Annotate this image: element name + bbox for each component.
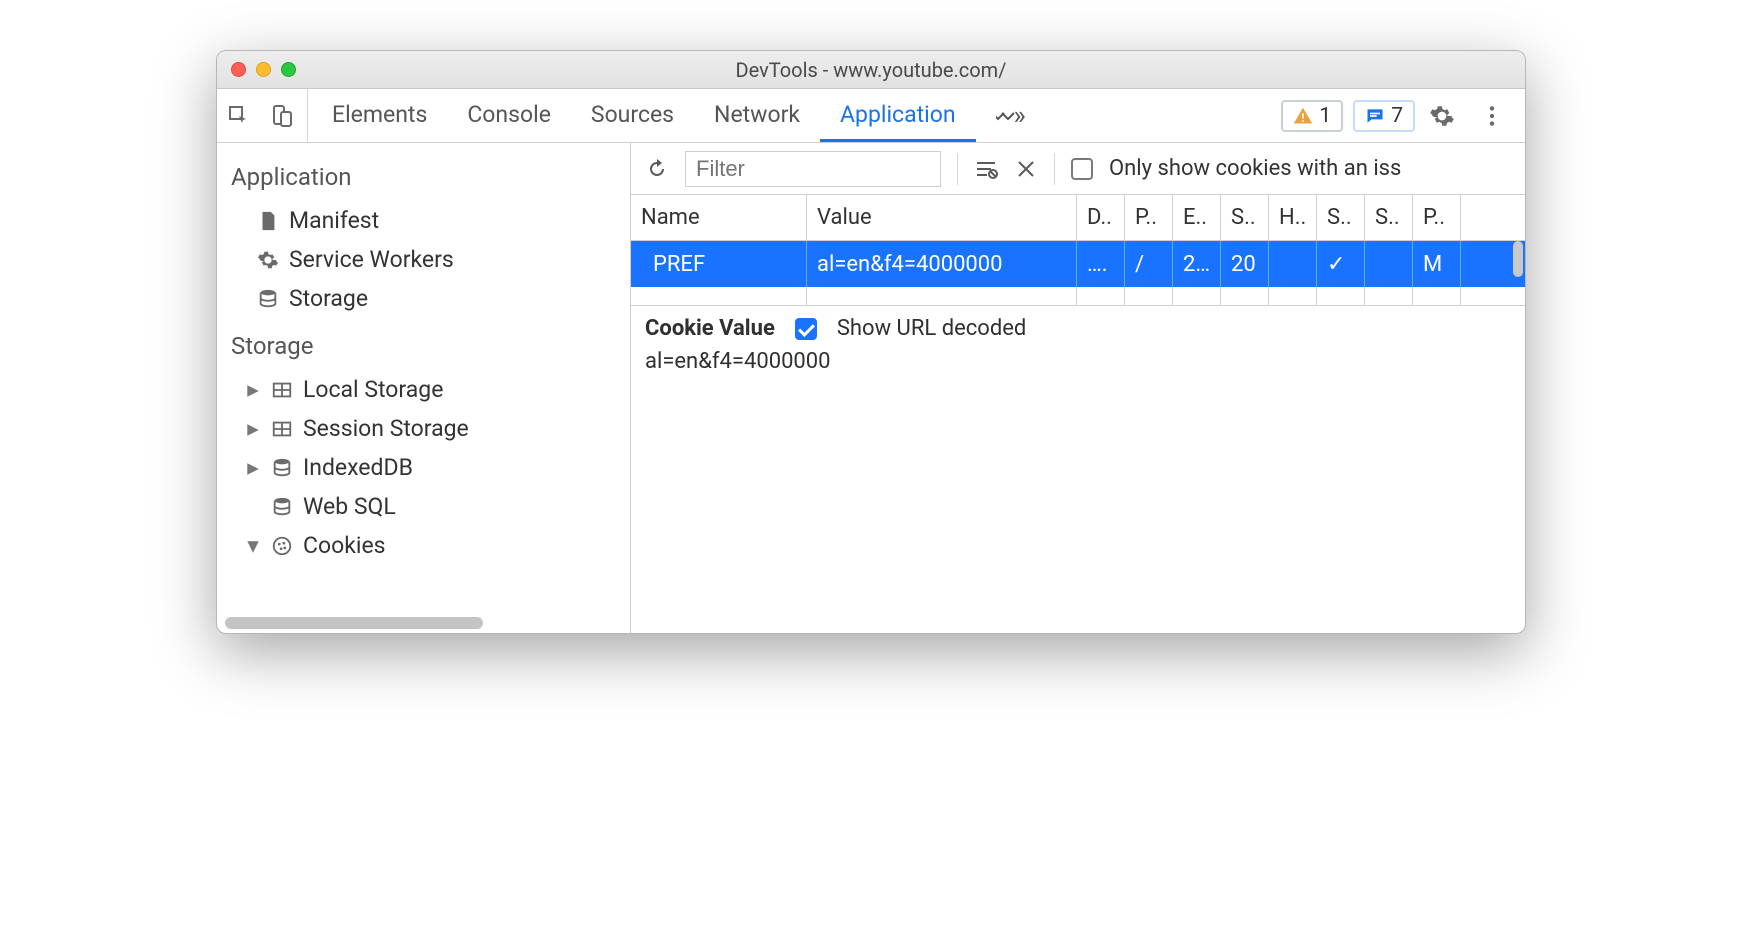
clear-filtered-icon[interactable] [974, 157, 998, 181]
decode-checkbox[interactable] [795, 318, 817, 340]
cookies-table-header: Name Value D.. P.. E.. S.. H.. S.. S.. P… [631, 195, 1525, 241]
sidebar-item-local-storage[interactable]: ▸ Local Storage [217, 370, 630, 409]
decoded-value: al=en&f4=4000000 [645, 349, 1511, 374]
sidebar-item-manifest[interactable]: Manifest [217, 201, 630, 240]
settings-icon[interactable] [1429, 103, 1455, 129]
only-issue-label: Only show cookies with an iss [1109, 156, 1401, 181]
titlebar: DevTools - www.youtube.com/ [217, 51, 1525, 89]
messages-count: 7 [1391, 104, 1403, 128]
messages-badge[interactable]: 7 [1353, 100, 1415, 132]
cookies-table-body: PREF al=en&f4=4000000 …. / 2… 20 ✓ M [631, 241, 1525, 305]
window-controls [217, 62, 296, 77]
refresh-icon[interactable] [645, 157, 669, 181]
sidebar-item-label: Service Workers [289, 246, 454, 273]
cookies-toolbar: Only show cookies with an iss [631, 143, 1525, 195]
sidebar-item-label: Session Storage [303, 415, 469, 442]
devtools-window: DevTools - www.youtube.com/ Elements Con… [216, 50, 1526, 634]
col-domain[interactable]: D.. [1077, 195, 1125, 240]
sidebar-item-websql[interactable]: Web SQL [217, 487, 630, 526]
cell-domain: …. [1077, 241, 1125, 287]
warnings-badge[interactable]: 1 [1281, 100, 1343, 132]
col-priority[interactable]: P.. [1413, 195, 1461, 240]
sidebar-item-indexeddb[interactable]: ▸ IndexedDB [217, 448, 630, 487]
col-name[interactable]: Name [631, 195, 807, 240]
col-secure[interactable]: S.. [1317, 195, 1365, 240]
device-toggle-icon[interactable] [269, 104, 293, 128]
more-tabs-button[interactable]: » [980, 101, 1042, 131]
clear-icon[interactable] [1014, 157, 1038, 181]
file-icon [257, 210, 279, 232]
tab-application[interactable]: Application [820, 89, 976, 142]
tab-console[interactable]: Console [447, 89, 571, 142]
cell-priority: M [1413, 241, 1461, 287]
application-sidebar: Application Manifest Service Workers Sto… [217, 143, 631, 633]
col-expires[interactable]: E.. [1173, 195, 1221, 240]
sidebar-item-cookies[interactable]: ▾ Cookies [217, 526, 630, 565]
db-icon [271, 457, 293, 479]
tab-network[interactable]: Network [694, 89, 820, 142]
sidebar-item-service-workers[interactable]: Service Workers [217, 240, 630, 279]
cell-expires: 2… [1173, 241, 1221, 287]
sidebar-item-label: Web SQL [303, 493, 396, 520]
sidebar-item-label: Cookies [303, 532, 386, 559]
sidebar-item-label: Local Storage [303, 376, 443, 403]
sidebar-item-label: Storage [289, 285, 368, 312]
cookie-icon [271, 535, 293, 557]
col-size[interactable]: S.. [1221, 195, 1269, 240]
table-scrollbar[interactable] [1513, 241, 1523, 277]
tab-sources[interactable]: Sources [571, 89, 694, 142]
caret-icon: ▾ [245, 532, 261, 559]
sidebar-item-storage[interactable]: Storage [217, 279, 630, 318]
window-title: DevTools - www.youtube.com/ [217, 58, 1525, 82]
cell-value: al=en&f4=4000000 [807, 241, 1077, 287]
db-icon [271, 496, 293, 518]
decode-label: Show URL decoded [837, 316, 1026, 341]
sidebar-item-label: Manifest [289, 207, 379, 234]
cookies-panel: Only show cookies with an iss Name Value… [631, 143, 1525, 633]
table-row[interactable]: PREF al=en&f4=4000000 …. / 2… 20 ✓ M [631, 241, 1525, 287]
cell-samesite [1365, 241, 1413, 287]
col-path[interactable]: P.. [1125, 195, 1173, 240]
cookie-detail: Cookie Value Show URL decoded al=en&f4=4… [631, 305, 1525, 384]
cell-httponly [1269, 241, 1317, 287]
minimize-window-button[interactable] [256, 62, 271, 77]
divider [1054, 153, 1055, 185]
cell-name: PREF [631, 241, 807, 287]
cell-secure: ✓ [1317, 241, 1365, 287]
grid-icon [271, 379, 293, 401]
gear-icon [257, 249, 279, 271]
sidebar-section-application: Application [217, 149, 630, 201]
more-menu-icon[interactable] [1479, 103, 1505, 129]
close-window-button[interactable] [231, 62, 246, 77]
col-value[interactable]: Value [807, 195, 1077, 240]
caret-icon: ▸ [245, 376, 261, 403]
detail-title: Cookie Value [645, 316, 775, 341]
sidebar-section-storage: Storage [217, 318, 630, 370]
divider [957, 153, 958, 185]
only-issue-checkbox[interactable] [1071, 158, 1093, 180]
tab-elements[interactable]: Elements [312, 89, 447, 142]
col-samesite[interactable]: S.. [1365, 195, 1413, 240]
cell-path: / [1125, 241, 1173, 287]
caret-icon: ▸ [245, 415, 261, 442]
caret-icon: ▸ [245, 454, 261, 481]
grid-icon [271, 418, 293, 440]
devtools-toolbar: Elements Console Sources Network Applica… [217, 89, 1525, 143]
cell-size: 20 [1221, 241, 1269, 287]
sidebar-scrollbar[interactable] [225, 617, 622, 629]
maximize-window-button[interactable] [281, 62, 296, 77]
devtools-tabs: Elements Console Sources Network Applica… [312, 89, 976, 142]
sidebar-item-session-storage[interactable]: ▸ Session Storage [217, 409, 630, 448]
col-httponly[interactable]: H.. [1269, 195, 1317, 240]
db-icon [257, 288, 279, 310]
warnings-count: 1 [1319, 104, 1331, 128]
inspect-icon[interactable] [227, 104, 251, 128]
sidebar-item-label: IndexedDB [303, 454, 413, 481]
filter-input[interactable] [685, 151, 941, 187]
